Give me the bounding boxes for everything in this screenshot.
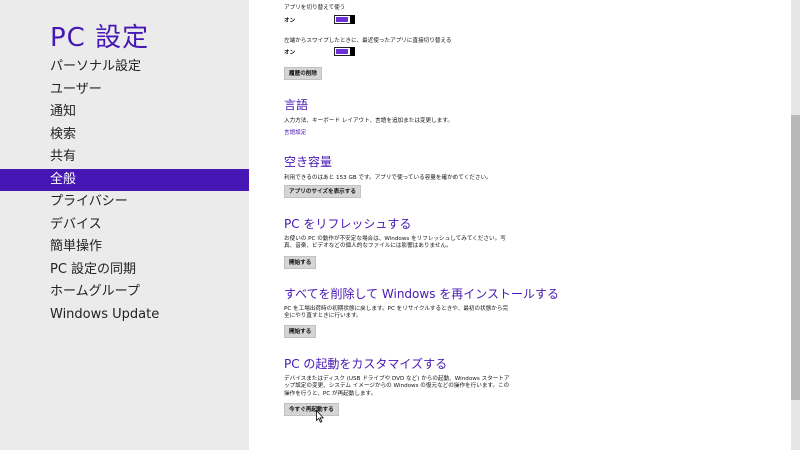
sidebar-item-share[interactable]: 共有 — [0, 146, 249, 169]
sidebar-item-search[interactable]: 検索 — [0, 124, 249, 147]
pc-settings-title: PC 設定 — [50, 23, 150, 53]
sidebar-item-privacy[interactable]: プライバシー — [0, 191, 249, 214]
refresh-section-title: PC をリフレッシュする — [284, 217, 412, 231]
language-description: 入力方法、キーボード レイアウト、言語を追加または変更します。 — [284, 118, 453, 124]
reinstall-description: PC を工場出荷時の初期状態に戻します。PC をリサイクルするときや、最初の状態… — [284, 306, 509, 320]
sidebar-nav: パーソナル設定 ユーザー 通知 検索 共有 全般 プライバシー デバイス 簡単操… — [0, 56, 249, 326]
toggle-app-switching-row: オン — [284, 15, 355, 24]
sidebar-item-homegroup[interactable]: ホームグループ — [0, 281, 249, 304]
reinstall-section-title: すべてを削除して Windows を再インストールする — [284, 287, 560, 301]
sidebar-item-windows-update[interactable]: Windows Update — [0, 304, 249, 327]
reinstall-start-button[interactable]: 開始する — [284, 325, 317, 338]
restart-now-button[interactable]: 今すぐ再起動する — [284, 403, 339, 416]
toggle-fill — [336, 17, 348, 22]
toggle-left-swipe-state: オン — [284, 49, 296, 56]
sidebar: PC 設定 パーソナル設定 ユーザー 通知 検索 共有 全般 プライバシー デバ… — [0, 0, 249, 450]
sidebar-item-personalize[interactable]: パーソナル設定 — [0, 56, 249, 79]
toggle-thumb[interactable] — [350, 47, 355, 56]
scrollbar-thumb[interactable] — [791, 115, 800, 400]
language-section-title: 言語 — [284, 98, 309, 112]
startup-section-title: PC の起動をカスタマイズする — [284, 357, 448, 371]
toggle-thumb[interactable] — [350, 15, 355, 24]
refresh-start-button[interactable]: 開始する — [284, 256, 317, 269]
storage-description: 利用できるのはあと 153 GB です。アプリで使っている容量を確かめてください… — [284, 175, 492, 181]
toggle-fill — [336, 49, 348, 54]
vertical-scrollbar[interactable] — [791, 0, 800, 450]
toggle-left-swipe-row: オン — [284, 47, 355, 56]
toggle-left-swipe-label: 左端からスワイプしたときに、最近使ったアプリに直接切り替える — [284, 38, 452, 44]
show-app-sizes-button[interactable]: アプリのサイズを表示する — [284, 185, 361, 198]
toggle-app-switching-label: アプリを切り替えて使う — [284, 5, 346, 11]
refresh-description: お使いの PC の動作が不安定な場合は、Windows をリフレッシュしてみてく… — [284, 236, 506, 250]
toggle-app-switching[interactable] — [334, 15, 355, 24]
sidebar-item-general[interactable]: 全般 — [0, 168, 249, 191]
sidebar-item-sync[interactable]: PC 設定の同期 — [0, 259, 249, 282]
sidebar-item-notifications[interactable]: 通知 — [0, 101, 249, 124]
mouse-cursor-icon — [316, 410, 324, 423]
startup-description: デバイスまたはディスク (USB ドライブや DVD など) からの起動、Win… — [284, 376, 510, 397]
toggle-left-swipe[interactable] — [334, 47, 355, 56]
sidebar-item-ease-of-access[interactable]: 簡単操作 — [0, 236, 249, 259]
sidebar-item-devices[interactable]: デバイス — [0, 214, 249, 237]
clear-history-button[interactable]: 履歴の削除 — [284, 67, 322, 80]
toggle-app-switching-state: オン — [284, 17, 296, 24]
language-settings-link[interactable]: 言語設定 — [284, 128, 306, 136]
sidebar-item-users[interactable]: ユーザー — [0, 79, 249, 102]
storage-section-title: 空き容量 — [284, 155, 333, 169]
